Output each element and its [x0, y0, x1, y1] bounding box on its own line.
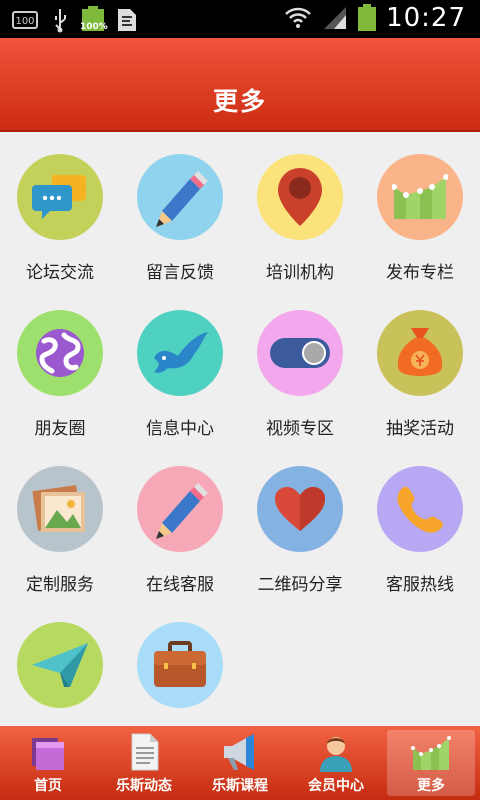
grid-item-feedback[interactable]: 留言反馈 [120, 132, 240, 288]
grid-item-label: 客服热线 [386, 575, 454, 595]
tab-news[interactable]: 乐斯动态 [96, 726, 192, 800]
bird-icon [154, 332, 208, 373]
grid-item-video[interactable]: 视频专区 [240, 288, 360, 444]
pencil-icon [156, 171, 208, 227]
document-icon [131, 733, 159, 771]
grid-item-label: 培训机构 [266, 263, 334, 283]
icon-circle [257, 466, 343, 552]
grid-item-label: 定制服务 [26, 575, 94, 595]
icon-circle [377, 154, 463, 240]
money-bag-icon [397, 328, 443, 376]
title-bar: 更多 [0, 38, 480, 132]
tab-label: 乐斯课程 [212, 778, 268, 794]
folder-icon [32, 738, 64, 770]
tab-label: 更多 [417, 778, 445, 794]
indicator-icon: 100 [12, 11, 38, 29]
battery-icon [358, 4, 377, 32]
chart-columns-icon [411, 736, 451, 770]
tab-more[interactable]: 更多 [387, 730, 475, 796]
grid-item-label: 朋友圈 [34, 419, 86, 439]
icon-circle [377, 466, 463, 552]
grid-item-custom-service[interactable]: 定制服务 [0, 444, 120, 600]
wifi-icon [285, 7, 311, 28]
grid-item-hotline[interactable]: 客服热线 [360, 444, 480, 600]
page-title: 更多 [212, 87, 267, 116]
battery-small-icon: 100% [80, 6, 108, 34]
tab-home[interactable]: 首页 [0, 726, 96, 800]
chart-columns-icon [392, 174, 448, 219]
icon-circle [137, 154, 223, 240]
grid-item-forum[interactable]: 论坛交流 [0, 132, 120, 288]
icon-circle [17, 310, 103, 396]
grid-item-qrcode-share[interactable]: 二维码分享 [240, 444, 360, 600]
signal-icon [324, 7, 347, 29]
icon-circle [257, 310, 343, 396]
icon-circle [17, 622, 103, 708]
status-bar: 100 100% 10:27 [0, 0, 480, 38]
icon-circle [17, 466, 103, 552]
grid-item-lottery[interactable]: 抽奖活动 [360, 288, 480, 444]
tab-label: 乐斯动态 [116, 778, 172, 794]
tab-member-center[interactable]: 会员中心 [288, 726, 384, 800]
clock: 10:27 [386, 3, 466, 33]
grid-item-label: 二维码分享 [257, 575, 343, 595]
user-icon [320, 737, 352, 772]
grid-item-label: 在线客服 [146, 575, 214, 595]
grid-item-label: 留言反馈 [146, 263, 214, 283]
pencil-icon [156, 483, 208, 539]
icon-circle [17, 154, 103, 240]
icon-circle [257, 154, 343, 240]
phone-icon [397, 486, 444, 533]
grid-item-label: 发布专栏 [386, 263, 454, 283]
paper-plane-icon [32, 643, 88, 687]
icon-circle [377, 310, 463, 396]
icon-circle [137, 622, 223, 708]
grid-item-training[interactable]: 培训机构 [240, 132, 360, 288]
picture-icon [32, 485, 85, 532]
tab-courses[interactable]: 乐斯课程 [192, 726, 288, 800]
grid-item-label: 信息中心 [146, 419, 214, 439]
grid-item-label: 视频专区 [266, 419, 334, 439]
sim-card-icon [118, 9, 136, 31]
grid-item-label: 论坛交流 [26, 263, 94, 283]
grid-item-label: 抽奖活动 [386, 419, 454, 439]
tab-label: 首页 [34, 778, 62, 794]
megaphone-icon [224, 734, 254, 770]
map-pin-icon [278, 168, 322, 226]
battery-small-label: 100% [80, 22, 108, 32]
grid-item-info-center[interactable]: 信息中心 [120, 288, 240, 444]
grid-item-moments[interactable]: 朋友圈 [0, 288, 120, 444]
briefcase-icon [154, 641, 206, 687]
icon-circle [137, 310, 223, 396]
globe-icon [36, 329, 84, 377]
tab-label: 会员中心 [308, 778, 364, 794]
heart-icon [275, 487, 325, 531]
toggle-icon [270, 338, 330, 368]
usb-icon [55, 9, 66, 33]
indicator-label: 100 [15, 16, 35, 27]
bottom-tab-bar: 首页 乐斯动态 乐斯课程 会员中心 更多 [0, 726, 480, 800]
grid-item-online-service[interactable]: 在线客服 [120, 444, 240, 600]
grid-item-publish[interactable]: 发布专栏 [360, 132, 480, 288]
icon-circle [137, 466, 223, 552]
chat-bubbles-icon [32, 175, 86, 219]
